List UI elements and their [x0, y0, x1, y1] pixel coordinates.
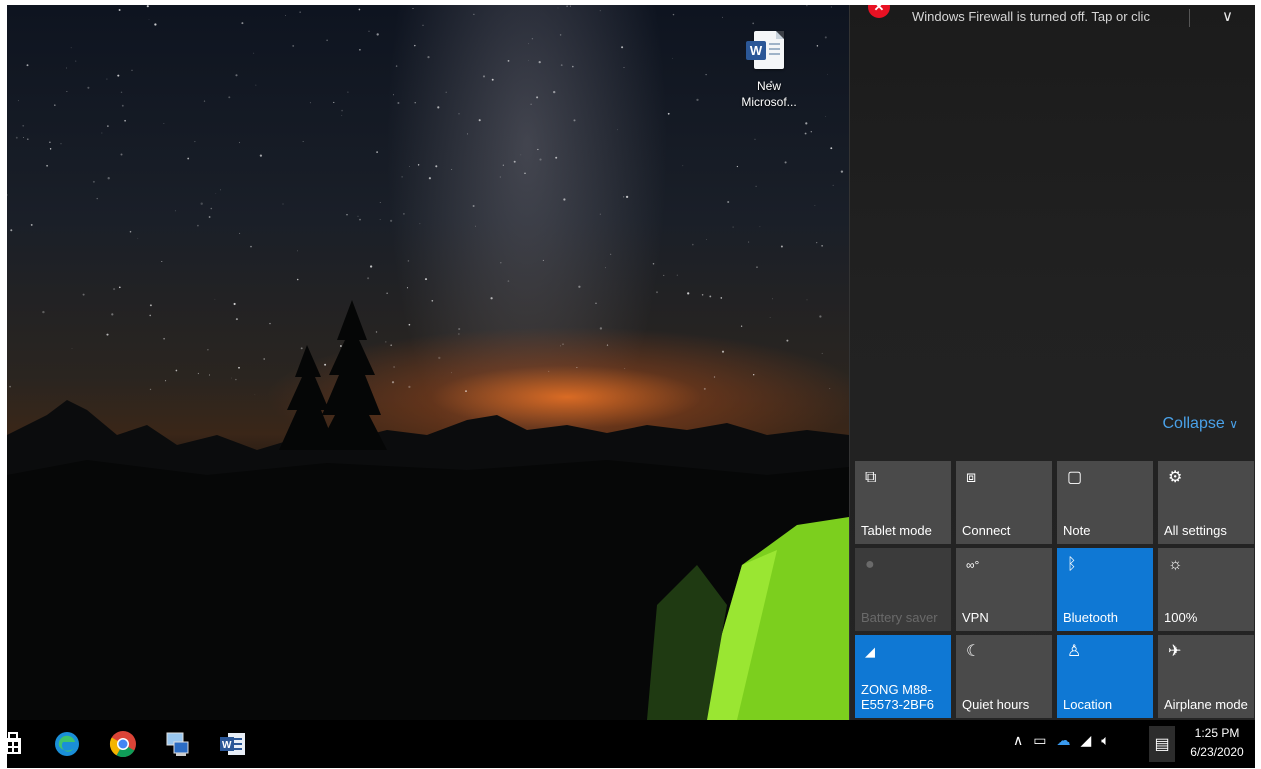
notification-icon: ▤ — [1154, 736, 1170, 753]
tile-label: VPN — [962, 610, 989, 625]
vpn-icon: ∞° — [966, 558, 980, 572]
moon-icon: ☾ — [966, 643, 981, 660]
tile-label: Battery saver — [861, 610, 938, 625]
volume-icon[interactable]: 🔈︎ — [1101, 732, 1109, 749]
desktop-wallpaper[interactable]: W New Microsof... — [7, 5, 849, 720]
tile-quiet-hours[interactable]: ☾ Quiet hours — [956, 635, 1052, 718]
action-center-panel: ✕ Windows Firewall is turned off. Tap or… — [849, 5, 1255, 720]
tile-battery-saver[interactable]: ● Battery saver — [855, 548, 951, 631]
collapse-link[interactable]: Collapse ∨ — [1162, 415, 1238, 433]
collapse-label: Collapse — [1162, 415, 1225, 432]
wifi-icon[interactable]: ◢ — [1080, 732, 1091, 749]
tile-bluetooth[interactable]: ᛒ Bluetooth — [1057, 548, 1153, 631]
location-icon: ♙ — [1067, 643, 1082, 660]
tile-label: Connect — [962, 523, 1011, 538]
edge-app[interactable] — [51, 728, 83, 760]
screen: W New Microsof... ✕ Windows Firewall is … — [7, 5, 1255, 768]
word-icon: W — [220, 733, 245, 755]
tile-label: 100% — [1164, 610, 1198, 625]
edge-icon — [55, 732, 79, 756]
note-icon: ▢ — [1067, 469, 1083, 486]
word-app[interactable]: W — [217, 728, 249, 760]
notification-text: Windows Firewall is turned off. Tap or c… — [912, 9, 1150, 24]
tile-vpn[interactable]: ∞° VPN — [956, 548, 1052, 631]
system-tray: ∧ ▭ ☁ ◢ 🔈︎ — [1013, 732, 1110, 749]
tile-label: Bluetooth — [1063, 610, 1118, 625]
tile-label: Location — [1063, 697, 1113, 712]
tile-label: Note — [1063, 523, 1091, 538]
tile-airplane-mode[interactable]: ✈ Airplane mode — [1158, 635, 1254, 718]
clock[interactable]: 1:25 PM 6/23/2020 — [1184, 724, 1250, 762]
gear-icon: ⚙ — [1168, 469, 1183, 486]
battery-icon[interactable]: ▭ — [1033, 732, 1046, 749]
tile-label: All settings — [1164, 523, 1227, 538]
chrome-icon — [109, 731, 136, 758]
firewall-notification[interactable]: ✕ Windows Firewall is turned off. Tap or… — [850, 5, 1255, 35]
desktop-word-document[interactable]: W New Microsof... — [729, 29, 809, 110]
tile-label: Airplane mode — [1164, 697, 1248, 712]
bluetooth-icon: ᛒ — [1067, 556, 1077, 573]
store-app[interactable] — [7, 728, 29, 760]
word-document-icon: W — [746, 31, 784, 69]
tile-tablet-mode[interactable]: ⧉ Tablet mode — [855, 461, 951, 544]
brightness-icon: ☼ — [1168, 556, 1183, 573]
tile-all-settings[interactable]: ⚙ All settings — [1158, 461, 1254, 544]
chrome-app[interactable] — [107, 728, 139, 760]
clock-date: 6/23/2020 — [1190, 745, 1244, 759]
wifi-icon: ◢ — [865, 644, 875, 659]
tablet-mode-icon: ⧉ — [865, 469, 877, 486]
mountain-silhouette — [7, 300, 849, 720]
onedrive-icon[interactable]: ☁ — [1056, 732, 1070, 749]
quick-actions-grid: ⧉ Tablet mode ⧈ Connect ▢ Note ⚙ All set… — [855, 461, 1255, 718]
tile-brightness[interactable]: ☼ 100% — [1158, 548, 1254, 631]
tile-connect[interactable]: ⧈ Connect — [956, 461, 1052, 544]
desktop-icon-label: New Microsof... — [741, 79, 797, 109]
tile-note[interactable]: ▢ Note — [1057, 461, 1153, 544]
svg-text:W: W — [222, 740, 232, 751]
collapse-chevron-icon: ∨ — [1229, 417, 1238, 431]
network-computer-icon — [166, 732, 189, 756]
tile-wifi[interactable]: ◢ ZONG M88- E5573-2BF6 — [855, 635, 951, 718]
battery-saver-icon: ● — [865, 556, 875, 573]
connect-icon: ⧈ — [966, 469, 977, 486]
taskbar: W ∧ ▭ ☁ ◢ 🔈︎ ▤ 1:25 PM 6/23/2020 — [7, 720, 1255, 768]
chevron-down-icon[interactable]: ∨ — [1222, 7, 1233, 25]
tile-label: Tablet mode — [861, 523, 932, 538]
tile-label: Quiet hours — [962, 697, 1030, 712]
chevron-up-icon[interactable]: ∧ — [1013, 732, 1023, 749]
airplane-icon: ✈ — [1168, 643, 1182, 660]
tile-label: ZONG M88- E5573-2BF6 — [861, 682, 934, 712]
clock-time: 1:25 PM — [1194, 726, 1240, 740]
network-app[interactable] — [162, 728, 194, 760]
store-icon — [7, 732, 21, 754]
action-center-button[interactable]: ▤ — [1149, 726, 1175, 762]
notification-divider — [1189, 9, 1190, 27]
tile-location[interactable]: ♙ Location — [1057, 635, 1153, 718]
error-icon: ✕ — [868, 5, 890, 18]
